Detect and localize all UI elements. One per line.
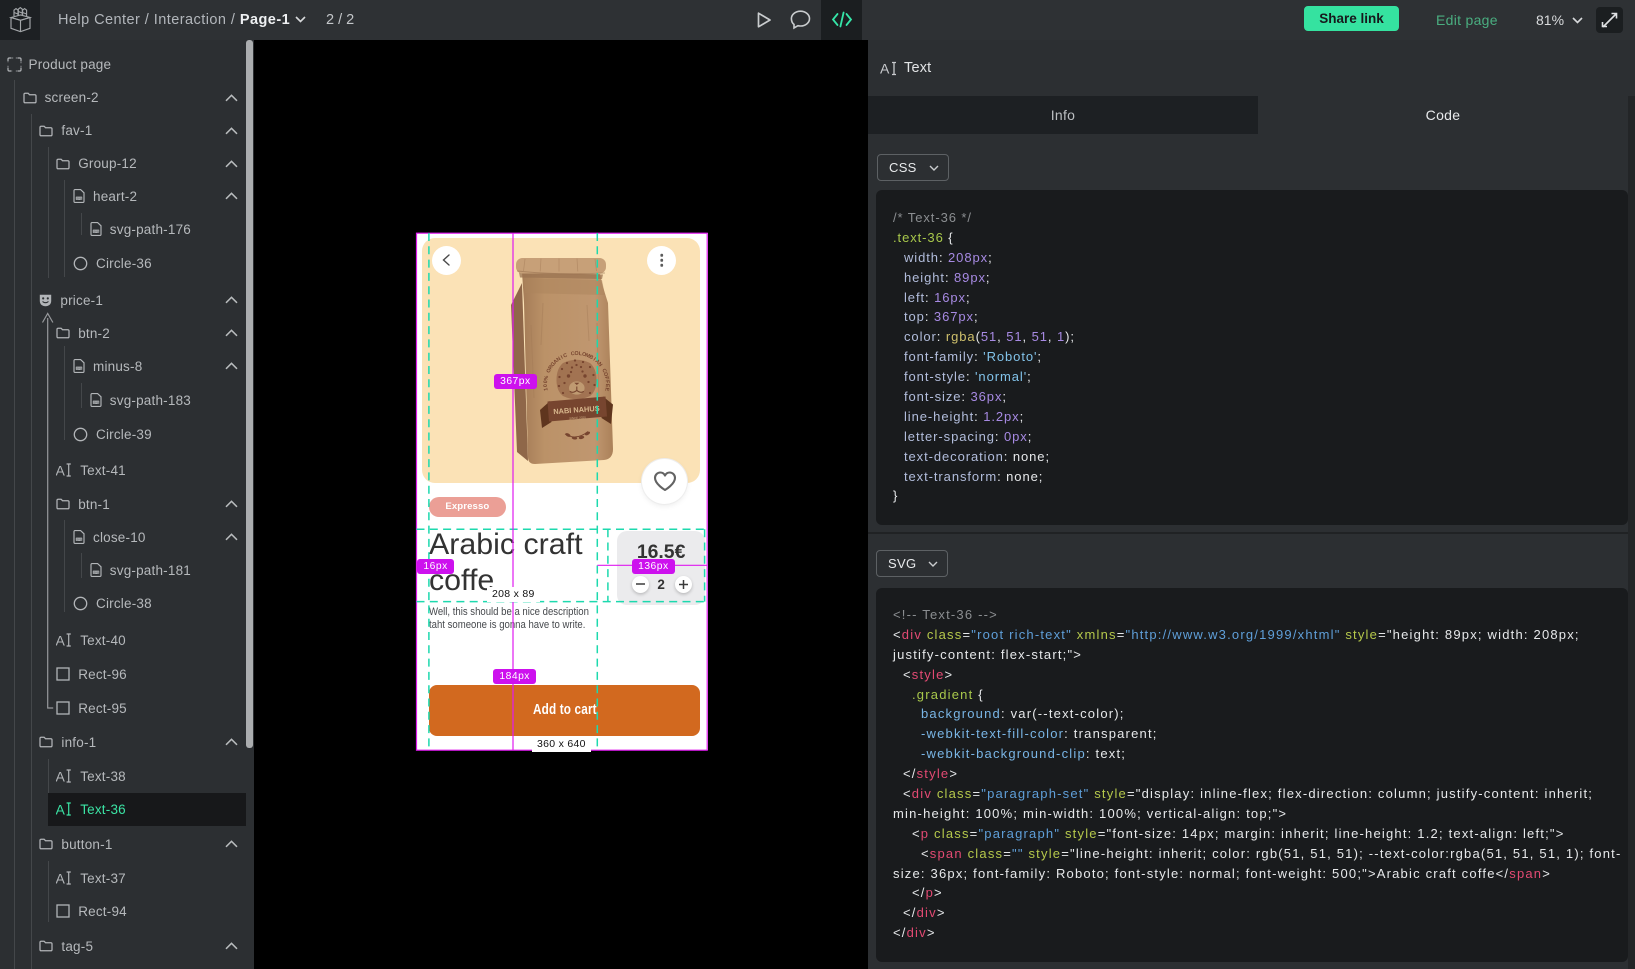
svg-text:svg: svg [93, 570, 99, 574]
svg-text:A: A [56, 633, 66, 647]
svg-text:A: A [56, 769, 66, 783]
svg-text:A: A [56, 463, 66, 477]
svg-text:A: A [880, 61, 890, 76]
svg-text:svg: svg [76, 196, 82, 200]
svg-text:svg: svg [76, 537, 82, 541]
svg-text:svg: svg [93, 229, 99, 233]
svg-text:A: A [56, 871, 66, 885]
svg-text:svg: svg [93, 400, 99, 404]
svg-text:svg: svg [76, 366, 82, 370]
svg-text:A: A [56, 802, 66, 816]
